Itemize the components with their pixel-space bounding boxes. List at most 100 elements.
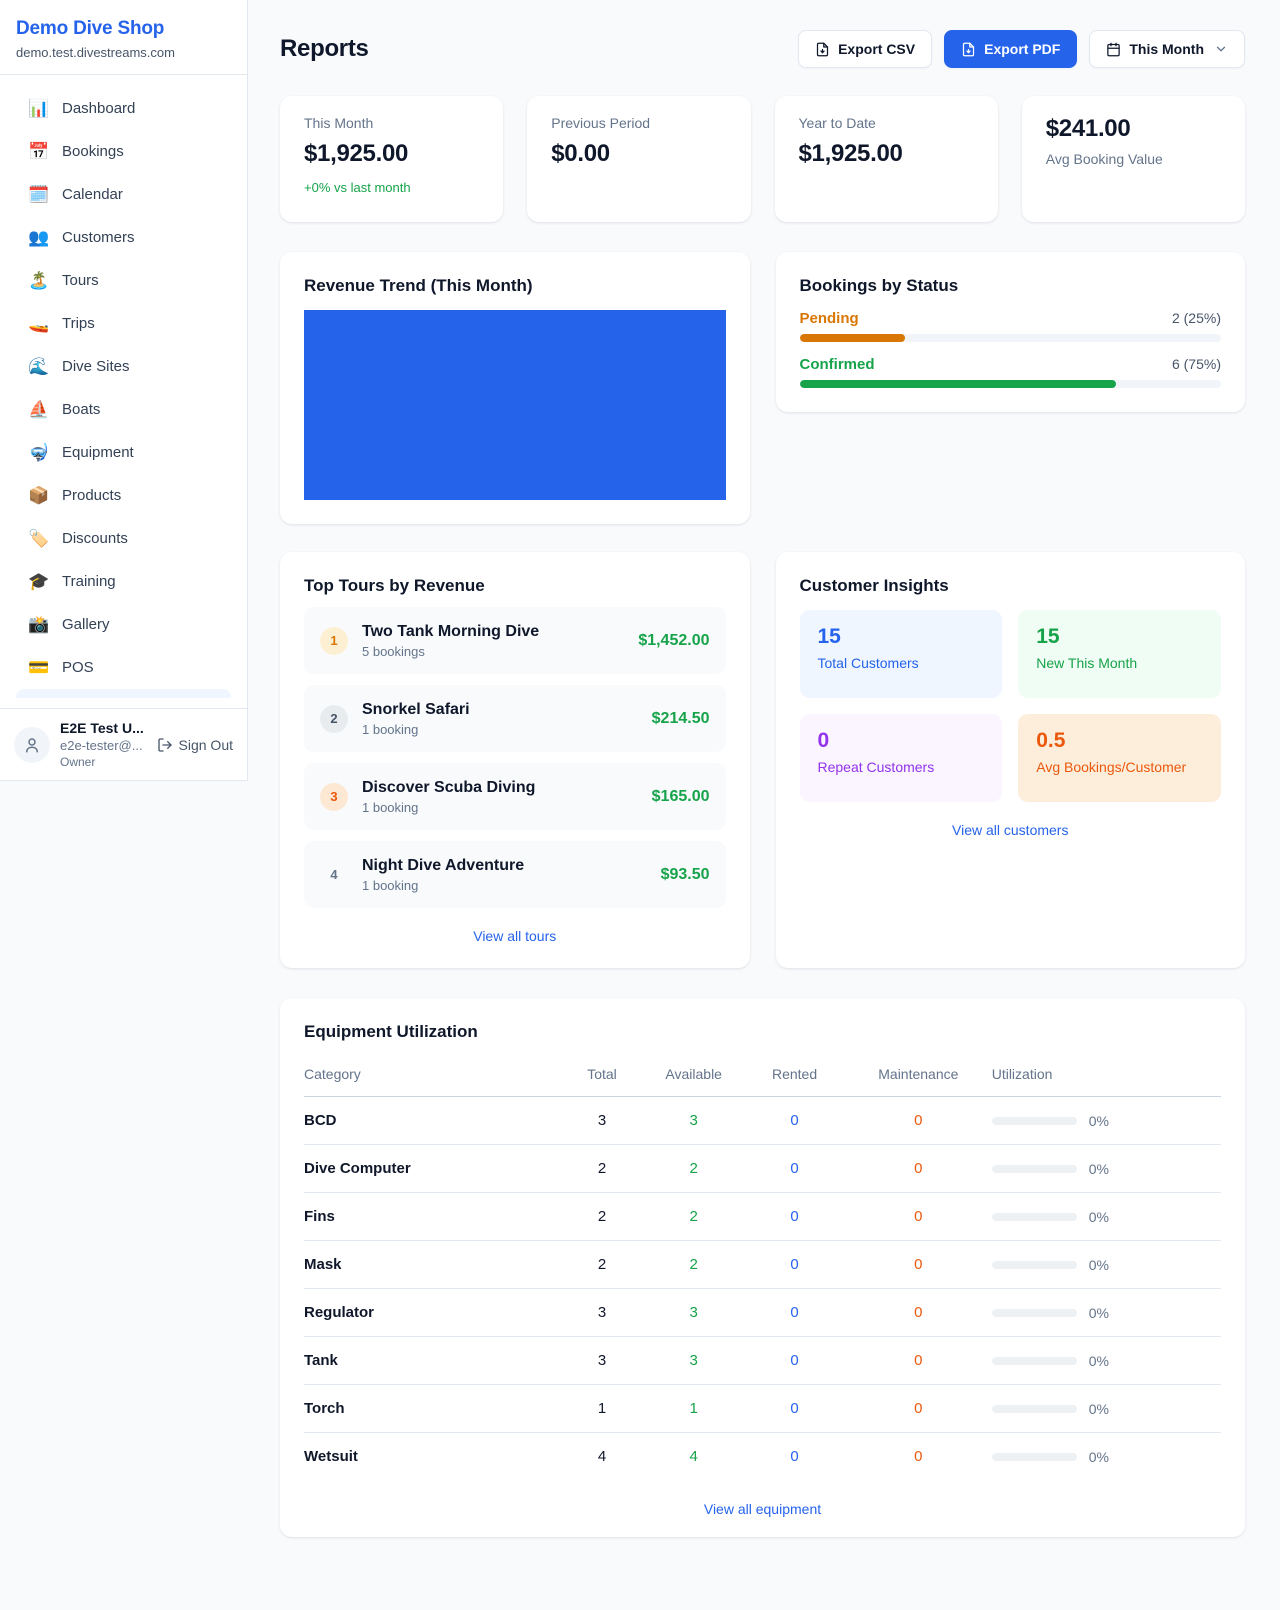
view-all-equipment-link[interactable]: View all equipment bbox=[304, 1501, 1221, 1517]
customer-insights-title: Customer Insights bbox=[800, 576, 1222, 596]
bookings-by-status-card: Bookings by Status Pending 2 (25%) Confi… bbox=[776, 252, 1246, 412]
utilization-percent: 0% bbox=[1089, 1305, 1109, 1321]
cell-available: 2 bbox=[643, 1241, 744, 1289]
stat-card-this-month: This Month $1,925.00 +0% vs last month bbox=[280, 96, 503, 222]
table-row: Regulator33000% bbox=[304, 1289, 1221, 1337]
sidebar-item-label: Gallery bbox=[62, 616, 110, 633]
sidebar-item-equipment[interactable]: 🤿Equipment bbox=[8, 431, 239, 474]
cell-available: 3 bbox=[643, 1289, 744, 1337]
cell-category: Torch bbox=[304, 1385, 561, 1433]
sidebar-item-label: Discounts bbox=[62, 530, 128, 547]
sidebar-item-label: Dive Sites bbox=[62, 358, 130, 375]
cell-rented: 0 bbox=[744, 1337, 845, 1385]
cell-rented: 0 bbox=[744, 1241, 845, 1289]
sidebar-item-label: Bookings bbox=[62, 143, 124, 160]
insight-value: 0.5 bbox=[1036, 729, 1203, 753]
cell-total: 2 bbox=[561, 1145, 644, 1193]
cell-maintenance: 0 bbox=[845, 1385, 992, 1433]
file-download-icon bbox=[815, 42, 830, 57]
tour-name: Discover Scuba Diving bbox=[362, 779, 638, 797]
cell-available: 2 bbox=[643, 1145, 744, 1193]
utilization-bar bbox=[992, 1261, 1077, 1269]
stat-label: Year to Date bbox=[799, 115, 974, 131]
cell-category: Dive Computer bbox=[304, 1145, 561, 1193]
sidebar-item-reports-selected[interactable] bbox=[16, 689, 231, 698]
cell-rented: 0 bbox=[744, 1193, 845, 1241]
sidebar-item-pos[interactable]: 💳POS bbox=[8, 646, 239, 689]
tour-name: Two Tank Morning Dive bbox=[362, 623, 624, 641]
sidebar-item-bookings[interactable]: 📅Bookings bbox=[8, 130, 239, 173]
view-all-customers-link[interactable]: View all customers bbox=[800, 822, 1222, 838]
cell-rented: 0 bbox=[744, 1097, 845, 1145]
sidebar-item-customers[interactable]: 👥Customers bbox=[8, 216, 239, 259]
col-header-maintenance: Maintenance bbox=[845, 1056, 992, 1097]
cell-total: 1 bbox=[561, 1385, 644, 1433]
status-label: Pending bbox=[800, 310, 859, 327]
table-row: BCD33000% bbox=[304, 1097, 1221, 1145]
tour-revenue: $1,452.00 bbox=[638, 632, 709, 650]
sidebar-item-boats[interactable]: ⛵Boats bbox=[8, 388, 239, 431]
revenue-trend-card: Revenue Trend (This Month) bbox=[280, 252, 750, 524]
cell-available: 3 bbox=[643, 1337, 744, 1385]
mid-row: Top Tours by Revenue 1 Two Tank Morning … bbox=[280, 552, 1245, 968]
user-icon bbox=[23, 736, 41, 754]
cell-available: 3 bbox=[643, 1097, 744, 1145]
utilization-bar bbox=[992, 1117, 1077, 1125]
export-csv-button[interactable]: Export CSV bbox=[798, 30, 932, 68]
equipment-table-body: BCD33000%Dive Computer22000%Fins22000%Ma… bbox=[304, 1097, 1221, 1481]
status-value: 6 (75%) bbox=[1172, 356, 1221, 372]
cell-available: 4 bbox=[643, 1433, 744, 1481]
cell-rented: 0 bbox=[744, 1289, 845, 1337]
cell-available: 2 bbox=[643, 1193, 744, 1241]
rank-badge: 1 bbox=[320, 627, 348, 655]
col-header-category: Category bbox=[304, 1056, 561, 1097]
table-row: Torch11000% bbox=[304, 1385, 1221, 1433]
utilization-bar bbox=[992, 1309, 1077, 1317]
cell-utilization: 0% bbox=[992, 1145, 1221, 1193]
status-row-pending: Pending 2 (25%) bbox=[800, 310, 1222, 342]
sidebar-item-training[interactable]: 🎓Training bbox=[8, 560, 239, 603]
user-role: Owner bbox=[60, 755, 147, 769]
export-pdf-button[interactable]: Export PDF bbox=[944, 30, 1077, 68]
cell-maintenance: 0 bbox=[845, 1337, 992, 1385]
equipment-table: Category Total Available Rented Maintena… bbox=[304, 1056, 1221, 1481]
cell-rented: 0 bbox=[744, 1145, 845, 1193]
cell-maintenance: 0 bbox=[845, 1097, 992, 1145]
sidebar-item-gallery[interactable]: 📸Gallery bbox=[8, 603, 239, 646]
cell-rented: 0 bbox=[744, 1433, 845, 1481]
main-content: Reports Export CSV Export PDF This Month… bbox=[248, 0, 1280, 1577]
sidebar-item-calendar[interactable]: 🗓️Calendar bbox=[8, 173, 239, 216]
period-select[interactable]: This Month bbox=[1089, 30, 1245, 68]
equipment-icon: 🤿 bbox=[28, 443, 48, 463]
sidebar-item-discounts[interactable]: 🏷️Discounts bbox=[8, 517, 239, 560]
pos-icon: 💳 bbox=[28, 658, 48, 678]
tour-bookings: 1 booking bbox=[362, 722, 638, 737]
cell-total: 4 bbox=[561, 1433, 644, 1481]
sidebar-item-trips[interactable]: 🚤Trips bbox=[8, 302, 239, 345]
sign-out-button[interactable]: Sign Out bbox=[157, 737, 233, 753]
cell-available: 1 bbox=[643, 1385, 744, 1433]
tour-bookings: 1 booking bbox=[362, 878, 647, 893]
equipment-utilization-title: Equipment Utilization bbox=[304, 1022, 1221, 1042]
stat-value: $0.00 bbox=[551, 140, 726, 168]
sidebar-item-dive-sites[interactable]: 🌊Dive Sites bbox=[8, 345, 239, 388]
tour-row: 1 Two Tank Morning Dive5 bookings $1,452… bbox=[304, 607, 726, 674]
view-all-tours-link[interactable]: View all tours bbox=[304, 928, 726, 944]
cell-total: 2 bbox=[561, 1241, 644, 1289]
sidebar-item-products[interactable]: 📦Products bbox=[8, 474, 239, 517]
tour-bookings: 1 booking bbox=[362, 800, 638, 815]
stat-label: Previous Period bbox=[551, 115, 726, 131]
sidebar-item-tours[interactable]: 🏝️Tours bbox=[8, 259, 239, 302]
cell-maintenance: 0 bbox=[845, 1289, 992, 1337]
sidebar-item-dashboard[interactable]: 📊Dashboard bbox=[8, 87, 239, 130]
status-bar-track bbox=[800, 380, 1222, 388]
stat-value: $241.00 bbox=[1046, 115, 1221, 143]
stat-value: $1,925.00 bbox=[304, 140, 479, 168]
sign-out-label: Sign Out bbox=[179, 737, 233, 753]
insight-tiles: 15 Total Customers 15 New This Month 0 R… bbox=[800, 610, 1222, 802]
rank-badge: 4 bbox=[320, 861, 348, 889]
customer-insights-card: Customer Insights 15 Total Customers 15 … bbox=[776, 552, 1246, 968]
cell-category: BCD bbox=[304, 1097, 561, 1145]
brand-domain: demo.test.divestreams.com bbox=[16, 45, 231, 60]
cell-maintenance: 0 bbox=[845, 1241, 992, 1289]
